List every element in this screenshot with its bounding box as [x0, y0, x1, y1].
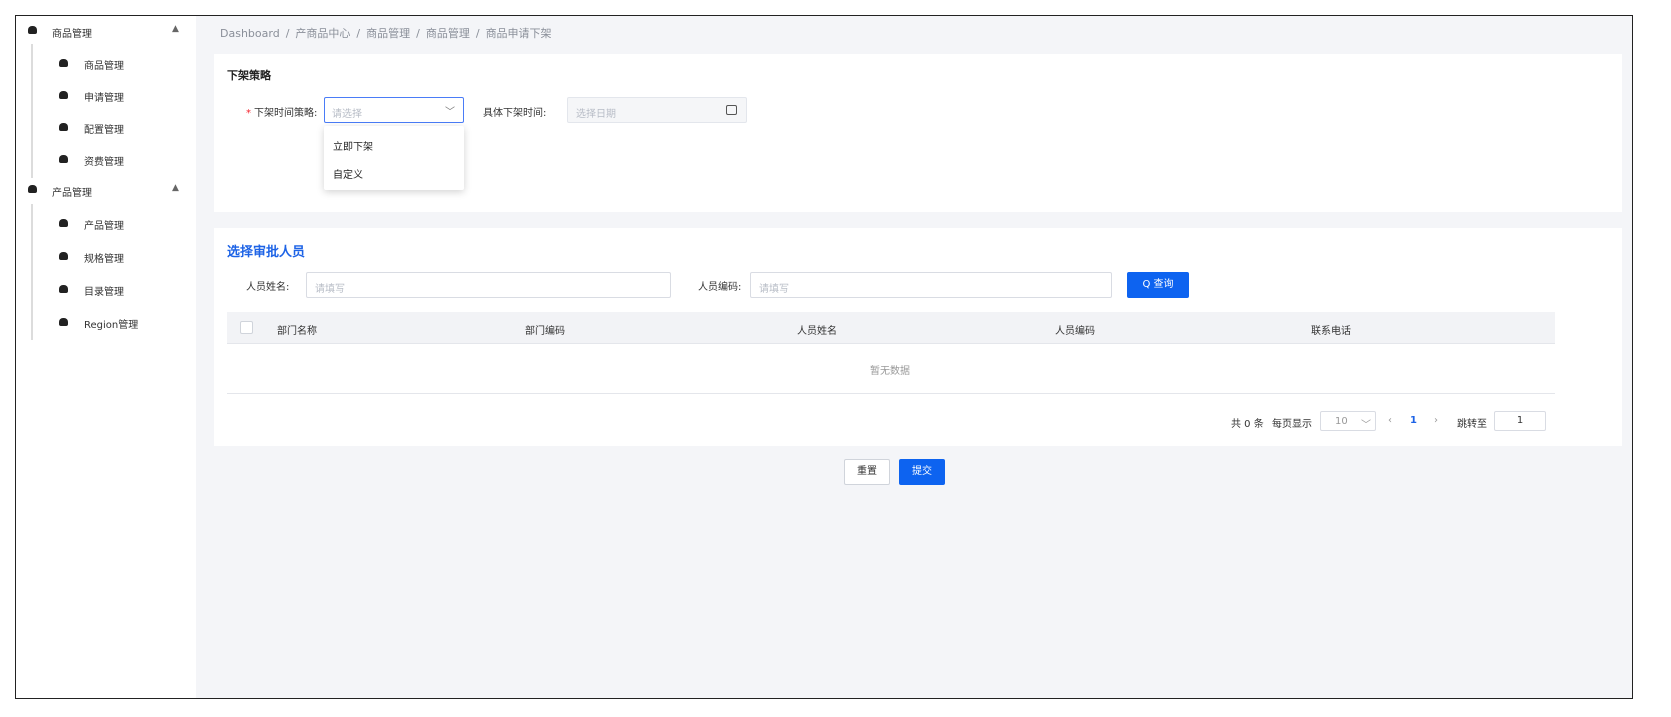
breadcrumb: Dashboard / 产商品中心 / 商品管理 / 商品管理 / 商品申请下架	[220, 27, 552, 40]
sidebar-item-tariff[interactable]: 资费管理	[16, 148, 196, 172]
sidebar-group-product[interactable]: 产品管理 ▲	[16, 179, 196, 203]
sidebar-item-config[interactable]: 配置管理	[16, 116, 196, 140]
empty-text: 暂无数据	[870, 366, 910, 377]
pagination-total: 共 0 条	[1231, 419, 1264, 430]
sidebar: 商品管理 ▲ 商品管理 申请管理 配置管理 资费管理 产品管理 ▲ 产品管理 规…	[16, 16, 196, 698]
specific-time-label: 具体下架时间:	[483, 108, 547, 119]
sidebar-item-label: 资费管理	[84, 157, 124, 168]
breadcrumb-item[interactable]: Dashboard	[220, 27, 280, 40]
submit-button[interactable]: 提交	[899, 459, 945, 485]
time-strategy-dropdown: 立即下架 自定义	[324, 126, 464, 190]
sidebar-item-spec[interactable]: 规格管理	[16, 245, 196, 269]
sidebar-item-goods[interactable]: 商品管理	[16, 52, 196, 76]
menu-icon	[59, 91, 68, 99]
sidebar-item-application[interactable]: 申请管理	[16, 84, 196, 108]
sidebar-item-label: 目录管理	[84, 287, 124, 298]
sidebar-item-label: Region管理	[84, 320, 139, 331]
sidebar-group-label: 产品管理	[52, 188, 92, 199]
calendar-icon	[726, 105, 737, 115]
select-placeholder: 请选择	[332, 109, 362, 120]
sidebar-item-label: 产品管理	[84, 221, 124, 232]
current-page[interactable]: 1	[1410, 415, 1417, 426]
sidebar-item-label: 规格管理	[84, 254, 124, 265]
menu-icon	[59, 123, 68, 131]
page-size-value: 10	[1335, 416, 1348, 427]
page-size-select[interactable]: 10 ﹀	[1320, 411, 1376, 431]
breadcrumb-item[interactable]: 商品管理	[366, 27, 410, 40]
code-label: 人员编码:	[698, 282, 742, 293]
table-header: 部门名称 部门编码 人员姓名 人员编码 联系电话	[227, 312, 1555, 344]
chevron-down-icon: ﹀	[1361, 420, 1371, 431]
strategy-card: 下架策略 * 下架时间策略: 请选择 ﹀ 具体下架时间: 选择日期 立即下架 自定…	[214, 54, 1622, 212]
column-header: 人员姓名	[797, 326, 837, 337]
column-header: 人员编码	[1055, 326, 1095, 337]
dropdown-option-custom[interactable]: 自定义	[333, 166, 363, 181]
menu-icon	[28, 26, 37, 34]
sidebar-group-goods[interactable]: 商品管理 ▲	[16, 20, 196, 44]
menu-icon	[59, 252, 68, 260]
name-input[interactable]: 请填写	[306, 272, 671, 298]
main-content: Dashboard / 产商品中心 / 商品管理 / 商品管理 / 商品申请下架 下架策略 * 下…	[196, 16, 1632, 698]
breadcrumb-item[interactable]: 商品管理	[426, 27, 470, 40]
column-header: 部门编码	[525, 326, 565, 337]
strategy-title: 下架策略	[227, 69, 271, 82]
chevron-down-icon: ﹀	[445, 107, 455, 118]
column-header: 部门名称	[277, 326, 317, 337]
sidebar-item-region[interactable]: Region管理	[16, 311, 196, 335]
reset-button[interactable]: 重置	[844, 459, 890, 485]
sidebar-item-label: 申请管理	[84, 93, 124, 104]
menu-icon	[28, 185, 37, 193]
approver-card: 选择审批人员 人员姓名: 请填写 人员编码: 请填写 Q 查询 部门名称 部门编…	[214, 228, 1622, 446]
jump-label: 跳转至	[1457, 419, 1487, 430]
sidebar-item-label: 配置管理	[84, 125, 124, 136]
breadcrumb-item[interactable]: 产商品中心	[295, 27, 350, 40]
time-strategy-label: * 下架时间策略:	[246, 108, 318, 119]
page-size-label: 每页显示	[1272, 419, 1312, 430]
input-placeholder: 请填写	[315, 284, 345, 295]
next-page-button[interactable]: ›	[1434, 415, 1438, 426]
chevron-up-icon: ▲	[172, 183, 179, 193]
sidebar-group-label: 商品管理	[52, 29, 92, 40]
name-label: 人员姓名:	[246, 282, 290, 293]
chevron-up-icon: ▲	[172, 24, 179, 34]
code-input[interactable]: 请填写	[750, 272, 1112, 298]
jump-input[interactable]: 1	[1494, 411, 1546, 431]
column-header: 联系电话	[1311, 326, 1351, 337]
menu-icon	[59, 285, 68, 293]
input-placeholder: 请填写	[759, 284, 789, 295]
dropdown-option-immediate[interactable]: 立即下架	[333, 138, 373, 153]
menu-icon	[59, 318, 68, 326]
time-strategy-select[interactable]: 请选择 ﹀	[324, 97, 464, 123]
select-all-checkbox[interactable]	[240, 321, 253, 334]
date-picker[interactable]: 选择日期	[567, 97, 747, 123]
date-placeholder: 选择日期	[576, 109, 616, 120]
menu-icon	[59, 155, 68, 163]
sidebar-item-product[interactable]: 产品管理	[16, 212, 196, 236]
menu-icon	[59, 59, 68, 67]
prev-page-button[interactable]: ‹	[1388, 415, 1392, 426]
sidebar-item-label: 商品管理	[84, 61, 124, 72]
menu-icon	[59, 219, 68, 227]
app-window: 商品管理 ▲ 商品管理 申请管理 配置管理 资费管理 产品管理 ▲ 产品管理 规…	[15, 15, 1633, 699]
search-button[interactable]: Q 查询	[1127, 272, 1189, 298]
approver-title: 选择审批人员	[227, 245, 306, 260]
breadcrumb-item: 商品申请下架	[485, 27, 552, 40]
sidebar-item-catalog[interactable]: 目录管理	[16, 278, 196, 302]
table-bottom-line	[227, 393, 1555, 394]
